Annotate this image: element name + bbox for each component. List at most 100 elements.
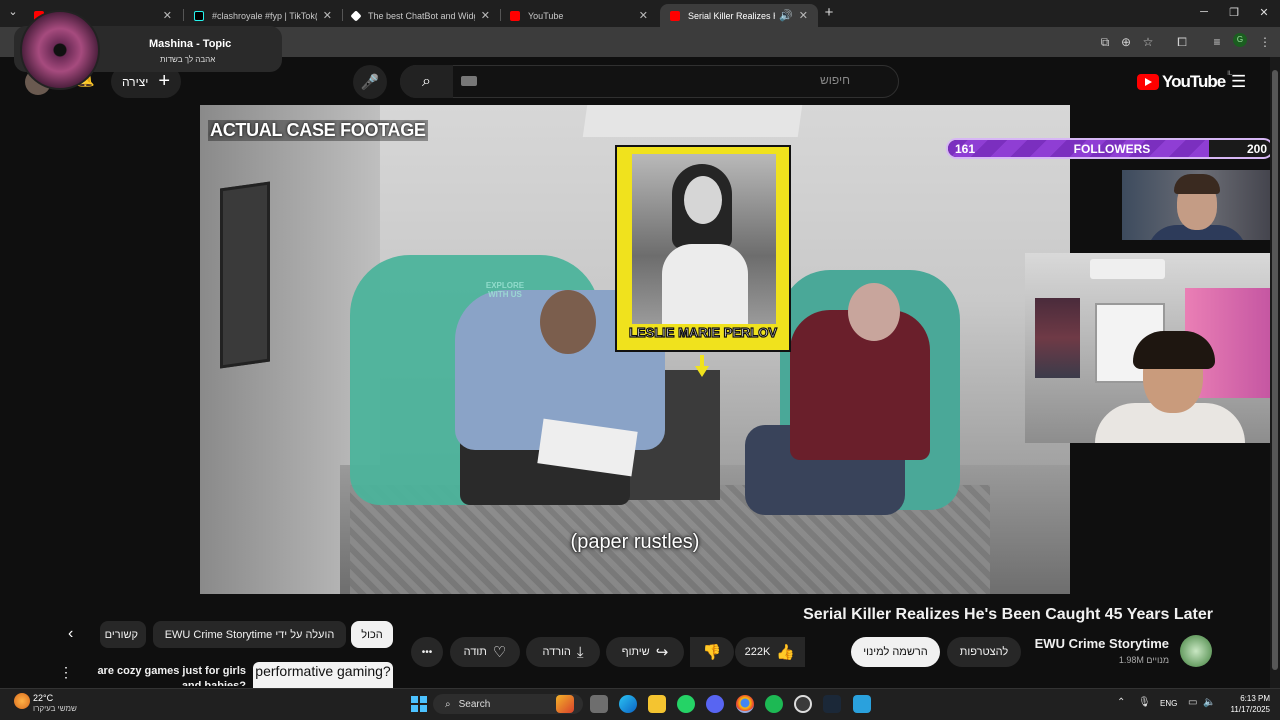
close-tab-icon[interactable]: ✕ bbox=[639, 9, 648, 22]
join-button[interactable]: להצטרפות bbox=[947, 637, 1021, 667]
diamond-icon bbox=[350, 9, 362, 22]
discord-icon[interactable] bbox=[706, 695, 724, 713]
tab-serial-killer-video[interactable]: Serial Killer Realizes He's Be 🔊 ✕ bbox=[660, 4, 818, 27]
video-title: Serial Killer Realizes He's Been Caught … bbox=[803, 606, 1213, 623]
profile-avatar[interactable]: G bbox=[1233, 33, 1247, 47]
chip-uploaded-by[interactable]: EWU Crime Storytime הועלה על ידי bbox=[153, 621, 346, 648]
taskbar-search-label: Search bbox=[458, 698, 491, 710]
clock[interactable]: 6:13 PM 11/17/2025 bbox=[1225, 693, 1270, 715]
settings-gear-icon[interactable] bbox=[794, 695, 812, 713]
case-footage-label: ACTUAL CASE FOOTAGE bbox=[208, 120, 428, 141]
photo-face bbox=[684, 176, 722, 224]
windows-start-icon[interactable] bbox=[411, 696, 427, 712]
share-button[interactable]: שיתוף ↪ bbox=[606, 637, 684, 667]
chrome-icon[interactable] bbox=[736, 695, 754, 713]
spotify-icon[interactable] bbox=[765, 695, 783, 713]
recommendation-more-icon[interactable]: ⋮ bbox=[59, 664, 73, 681]
network-icon[interactable]: ▭ bbox=[1188, 697, 1197, 708]
extensions-icon[interactable]: ⧠ bbox=[1174, 35, 1190, 50]
edge-browser-icon[interactable] bbox=[619, 695, 637, 713]
new-tab-button[interactable]: + bbox=[814, 4, 844, 21]
tab-chatbot[interactable]: The best ChatBot and Widgets ✕ bbox=[342, 4, 500, 27]
media-title: Mashina - Topic bbox=[149, 38, 232, 50]
file-explorer-icon[interactable] bbox=[648, 695, 666, 713]
webcam-scene-ac-unit bbox=[1090, 259, 1165, 279]
victim-name-label: LESLIE MARIE PERLOV bbox=[628, 324, 778, 340]
page-scrollbar-thumb[interactable] bbox=[1272, 70, 1278, 670]
thumbs-up-icon: 👍 bbox=[776, 644, 795, 661]
tray-chevron-icon[interactable]: ⌃ bbox=[1117, 697, 1125, 708]
followers-goal: 200 bbox=[1246, 142, 1267, 156]
restore-button[interactable]: ❐ bbox=[1219, 6, 1249, 19]
download-label: הורדה bbox=[542, 646, 571, 658]
game-app-icon[interactable] bbox=[556, 695, 574, 713]
photo-body bbox=[662, 244, 748, 324]
notepad-icon[interactable] bbox=[853, 695, 871, 713]
like-button[interactable]: 222K 👍 bbox=[735, 637, 805, 667]
browser-tab-bar: ⌄ ✕ #clashroyale #fyp | TikTok(9)# ✕ The… bbox=[0, 0, 1280, 27]
video-watermark: EXPLORE WITH US bbox=[485, 281, 525, 299]
steam-icon[interactable] bbox=[823, 695, 841, 713]
minimize-button[interactable]: ─ bbox=[1189, 6, 1219, 18]
tab-search-chevron-icon[interactable]: ⌄ bbox=[0, 5, 26, 18]
windows-taskbar bbox=[0, 688, 1280, 720]
speaker-icon[interactable]: 🔊 bbox=[779, 9, 793, 22]
whatsapp-icon[interactable] bbox=[677, 695, 695, 713]
close-tab-icon[interactable]: ✕ bbox=[799, 9, 808, 22]
chip-related[interactable]: קשורים bbox=[100, 621, 146, 648]
bookmark-star-icon[interactable]: ☆ bbox=[1140, 35, 1156, 49]
tab-title: YouTube bbox=[528, 10, 564, 21]
followers-current: 161 bbox=[955, 142, 976, 156]
weather-temperature[interactable]: 22°C bbox=[33, 693, 53, 703]
input-language[interactable]: ENG bbox=[1160, 699, 1177, 708]
followers-label: FOLLOWERS bbox=[1073, 142, 1151, 156]
more-actions-button[interactable]: ••• bbox=[411, 637, 443, 667]
hamburger-menu-icon[interactable]: ☰ bbox=[1231, 72, 1246, 92]
create-label: יצירה bbox=[121, 74, 149, 89]
subscribe-button[interactable]: הרשמה למינוי bbox=[851, 637, 940, 667]
like-count: 222K bbox=[744, 646, 771, 658]
recommendation-title[interactable]: are cozy games just for girls and babies… bbox=[80, 664, 246, 686]
tab-tiktok[interactable]: #clashroyale #fyp | TikTok(9)# ✕ bbox=[184, 4, 342, 27]
media-control-icon[interactable]: ≡ bbox=[1209, 35, 1225, 49]
cast-icon[interactable]: ⧉ bbox=[1097, 35, 1113, 50]
victim-photo: LESLIE MARIE PERLOV bbox=[615, 145, 791, 352]
volume-icon[interactable]: 🔈 bbox=[1203, 697, 1215, 708]
webcam-person-hair bbox=[1133, 331, 1215, 369]
youtube-logo[interactable]: YouTube IL bbox=[1137, 71, 1232, 92]
voice-search-mic-icon[interactable]: 🎤 bbox=[353, 65, 387, 99]
share-icon: ↪ bbox=[655, 644, 669, 661]
microphone-icon[interactable]: 🎙 bbox=[1138, 697, 1151, 708]
webcam-small bbox=[1122, 170, 1280, 240]
video-scene-person-left-head bbox=[540, 290, 596, 354]
close-tab-icon[interactable]: ✕ bbox=[323, 9, 332, 22]
album-art-disc bbox=[20, 10, 100, 90]
chips-back-chevron-icon[interactable]: ‹ bbox=[68, 625, 73, 643]
tab-title: The best ChatBot and Widgets bbox=[368, 10, 475, 21]
weather-sun-icon[interactable] bbox=[14, 693, 30, 709]
search-button[interactable]: ⌕ bbox=[400, 65, 453, 98]
channel-avatar[interactable] bbox=[1180, 635, 1212, 667]
close-tab-icon[interactable]: ✕ bbox=[481, 9, 490, 22]
tiktok-icon bbox=[194, 10, 204, 21]
zoom-icon[interactable]: ⊕ bbox=[1118, 35, 1134, 49]
webcam-person-hair bbox=[1174, 174, 1220, 194]
close-window-button[interactable]: ✕ bbox=[1249, 6, 1279, 19]
channel-name[interactable]: EWU Crime Storytime bbox=[1000, 636, 1169, 651]
close-tab-icon[interactable]: ✕ bbox=[163, 9, 172, 22]
thanks-button[interactable]: תודה ♡ bbox=[450, 637, 520, 667]
photo-portrait bbox=[632, 154, 776, 324]
video-caption: (paper rustles) bbox=[570, 531, 700, 553]
keyboard-icon[interactable] bbox=[461, 76, 477, 86]
dislike-button[interactable]: 👎 bbox=[690, 637, 734, 667]
tab-title: #clashroyale #fyp | TikTok(9)# bbox=[212, 10, 317, 21]
tab-youtube[interactable]: YouTube ✕ bbox=[500, 4, 658, 27]
search-icon: ⌕ bbox=[445, 698, 451, 710]
video-scene-frame bbox=[220, 181, 270, 369]
chip-all[interactable]: הכול bbox=[351, 621, 393, 648]
webcam-large bbox=[1025, 253, 1280, 443]
download-button[interactable]: הורדה ⤓ bbox=[526, 637, 600, 667]
video-player[interactable]: EXPLORE WITH US ACTUAL CASE FOOTAGE LESL… bbox=[200, 105, 1070, 594]
task-view-icon[interactable] bbox=[590, 695, 608, 713]
menu-dots-icon[interactable]: ⋮ bbox=[1257, 35, 1273, 49]
